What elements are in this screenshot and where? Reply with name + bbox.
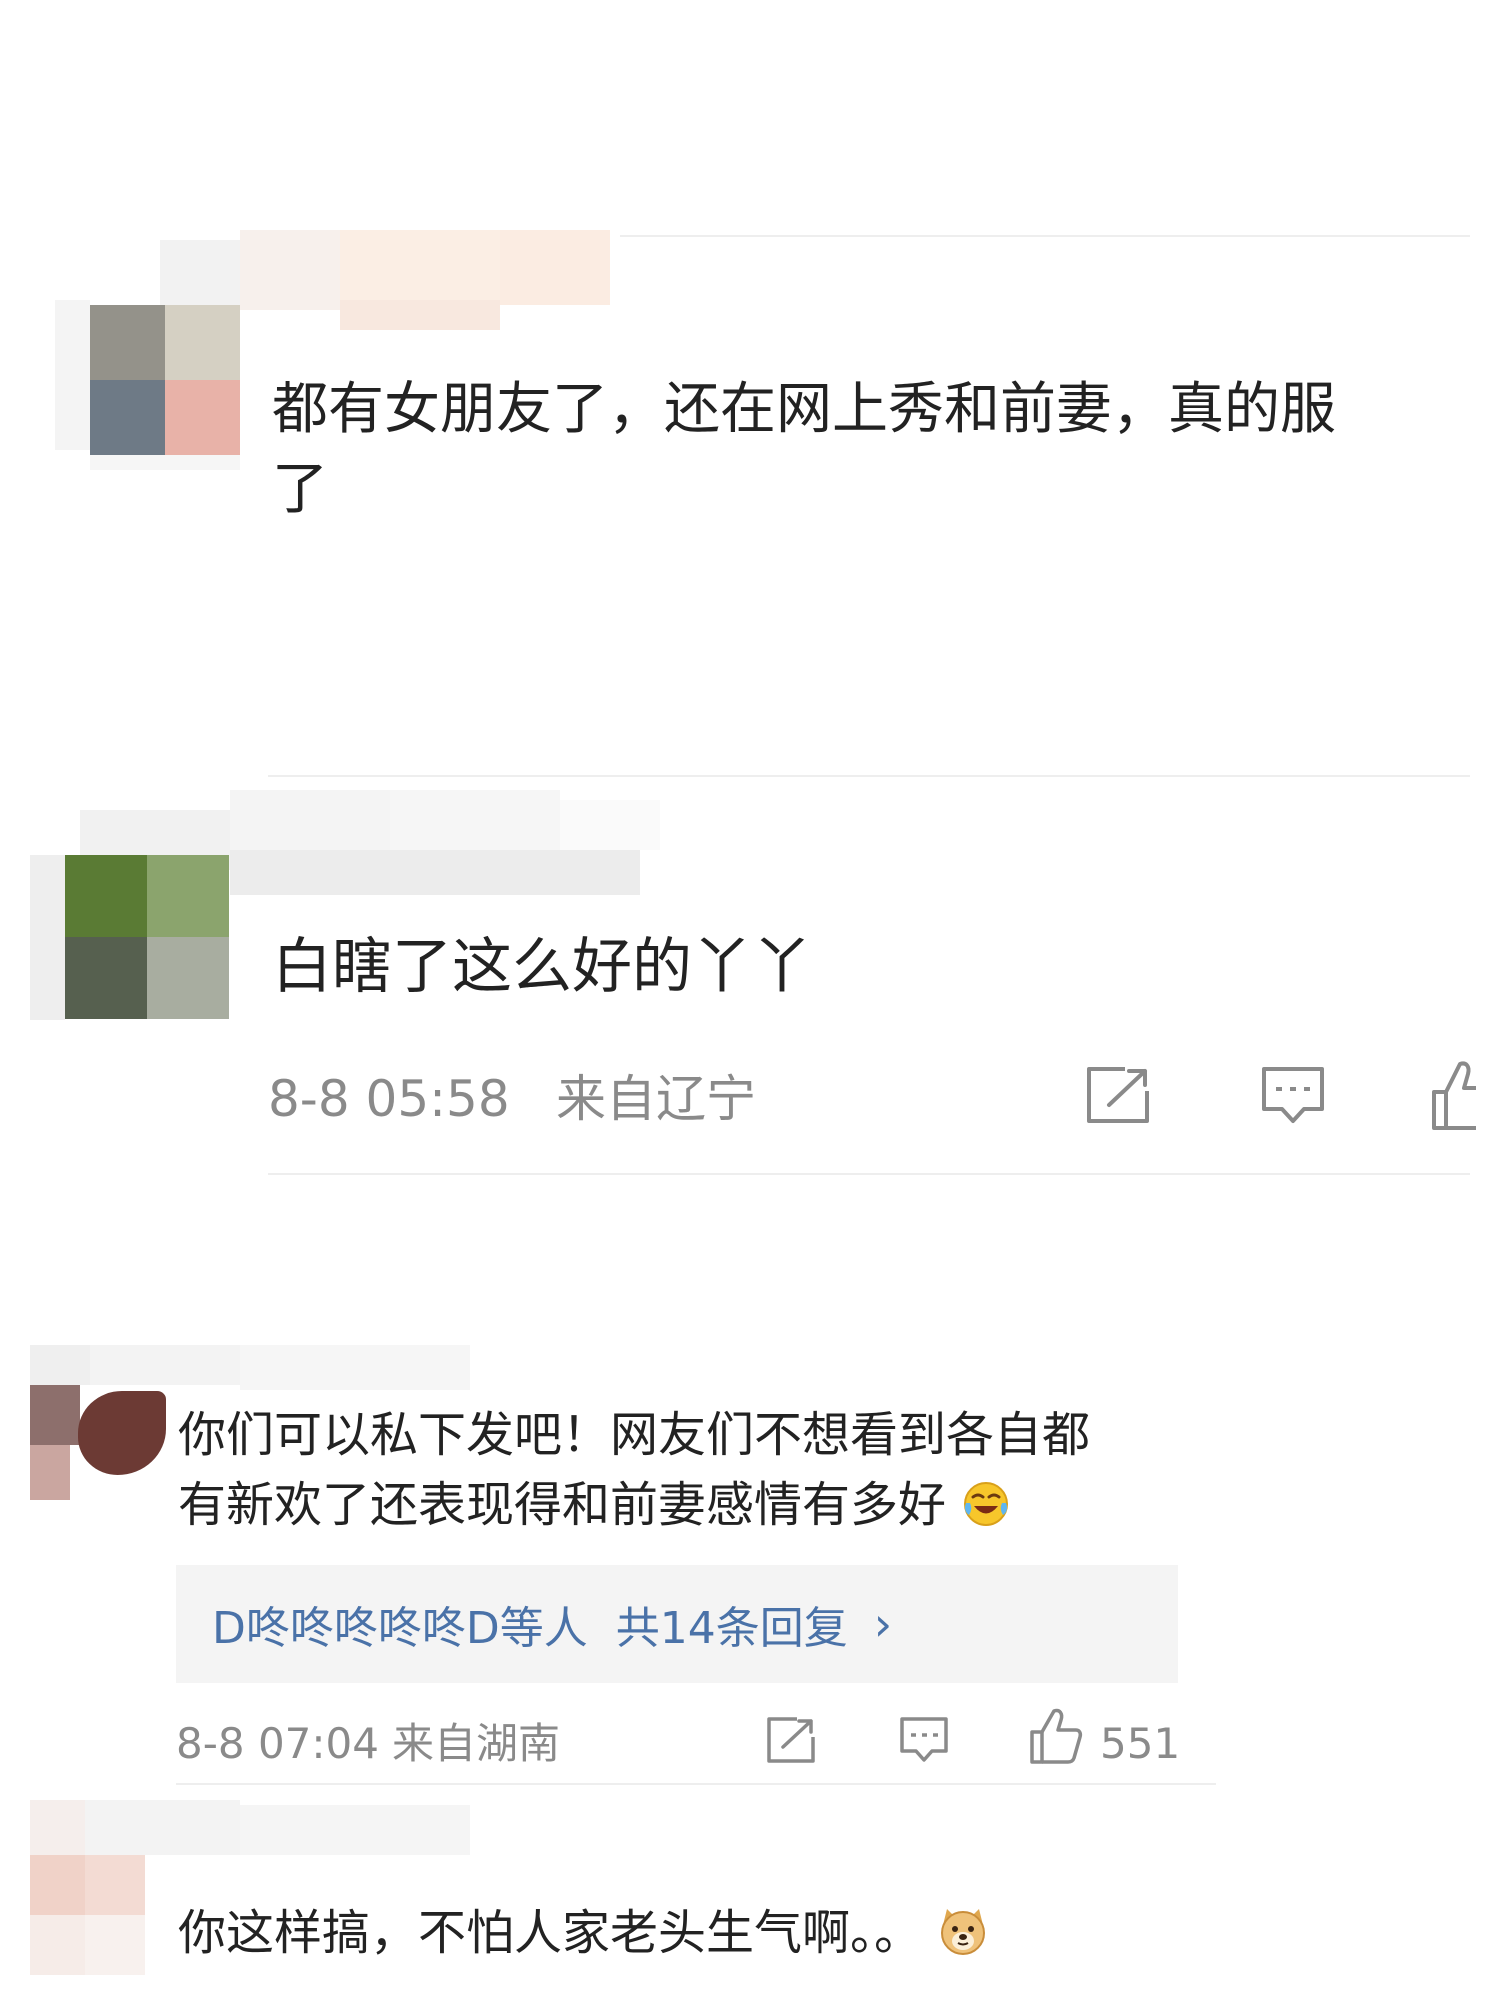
divider (620, 235, 1470, 237)
comment-text: 白瞎了这么好的丫丫 (272, 932, 812, 1002)
avatar[interactable] (30, 1385, 166, 1500)
crying-laughing-emoji (961, 1478, 1011, 1548)
username-blurred (30, 1800, 470, 1860)
divider (176, 1783, 1216, 1785)
comment-text-line: 有新欢了还表现得和前妻感情有多好 (178, 1477, 947, 1533)
replies-preview[interactable]: D咚咚咚咚咚D等人 共14条回复 › (176, 1565, 1178, 1683)
location: 来自辽宁 (556, 1070, 756, 1128)
comment-text-line: 都有女朋友了，还在网上秀和前妻，真的服 (272, 377, 1336, 442)
thumbs-up-icon[interactable] (1430, 1058, 1476, 1132)
thumbs-up-icon[interactable] (1028, 1706, 1084, 1766)
avatar[interactable] (55, 300, 245, 470)
reply-count: 共14条回复 (615, 1603, 848, 1654)
avatar[interactable] (30, 1855, 150, 1995)
doge-emoji (937, 1905, 989, 1976)
share-icon[interactable] (765, 1715, 817, 1765)
divider (268, 775, 1470, 777)
like-count: 551 (1100, 1719, 1181, 1768)
comment-text-line: 你们可以私下发吧！网友们不想看到各自都 (178, 1407, 1091, 1463)
comment-icon[interactable] (898, 1715, 950, 1765)
comment-text-line: 你这样搞，不怕人家老头生气啊。。 (178, 1905, 923, 1961)
reply-users: D咚咚咚咚咚D等人 (212, 1603, 588, 1654)
chevron-right-icon: › (873, 1597, 893, 1651)
timestamp: 8-8 07:04 (176, 1719, 379, 1768)
comment-text-line-wrap: 有新欢了还表现得和前妻感情有多好 (178, 1470, 1278, 1548)
share-icon[interactable] (1085, 1065, 1151, 1125)
username-blurred (30, 1345, 470, 1390)
location: 来自湖南 (392, 1719, 561, 1768)
comment-text: 你们可以私下发吧！网友们不想看到各自都 有新欢了还表现得和前妻感情有多好 (178, 1400, 1278, 1548)
comment-text: 都有女朋友了，还在网上秀和前妻，真的服 了 (272, 370, 1472, 530)
comment-text-line: 了 (272, 457, 328, 522)
avatar[interactable] (30, 855, 230, 1025)
comment-icon[interactable] (1260, 1065, 1326, 1127)
timestamp: 8-8 05:58 (268, 1070, 510, 1128)
divider (268, 1173, 1470, 1175)
comment-text: 你这样搞，不怕人家老头生气啊。。 (178, 1898, 989, 1976)
